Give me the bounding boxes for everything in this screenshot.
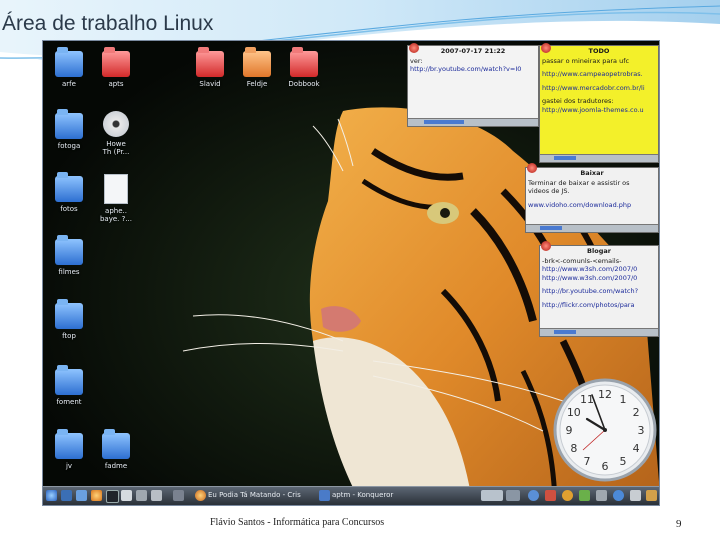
clock-numeral: 12 <box>598 388 612 401</box>
tray-icon[interactable] <box>545 490 556 501</box>
konqueror-icon[interactable] <box>76 490 87 501</box>
clock-numeral: 6 <box>602 460 609 473</box>
browser-icon[interactable] <box>91 490 102 501</box>
gear-icon[interactable] <box>151 490 162 501</box>
note-title: 2007-07-17 21:22 <box>440 47 506 55</box>
pager-icon[interactable] <box>506 490 520 501</box>
clock-numeral: 3 <box>638 424 645 437</box>
desktop-icon[interactable]: filmes <box>44 235 94 276</box>
note-line: -brk<-comunls-<emails- <box>542 256 622 265</box>
slide-title: Área de trabalho Linux <box>2 12 214 35</box>
note-line: http://www.w3sh.com/2007/0 <box>542 265 638 273</box>
sticky-note[interactable]: TODO passar o mineirax para ufc http://w… <box>539 45 659 163</box>
window-icon <box>195 490 206 501</box>
sticky-note[interactable]: Blogar -brk<-comunls-<emails- http://www… <box>539 245 659 337</box>
clock-numeral: 10 <box>567 406 581 419</box>
note-line: www.vidoho.com/download.php <box>528 200 632 209</box>
folder-icon <box>55 299 83 329</box>
note-scrollbar[interactable] <box>408 118 538 126</box>
tray-icon[interactable] <box>596 490 607 501</box>
note-scrollbar[interactable] <box>526 224 658 232</box>
app-icon[interactable] <box>173 490 184 501</box>
folder-icon <box>55 109 83 139</box>
note-line: passar o mineirax para ufc <box>542 56 630 65</box>
folder-icon <box>290 47 318 77</box>
tray-icon[interactable] <box>562 490 573 501</box>
tray-icon[interactable] <box>579 490 590 501</box>
note-line: http://www.w3sh.com/2007/0 <box>542 273 638 282</box>
tray-icon[interactable] <box>528 490 539 501</box>
desktop-icon[interactable]: jv <box>44 429 94 470</box>
note-line: Terminar de baixar e assistir os <box>528 178 630 187</box>
tray-icon[interactable] <box>630 490 641 501</box>
taskbar: Eu Podia Tá Matando - Cris aptm - Konque… <box>43 486 659 505</box>
tray-icon[interactable] <box>613 490 624 501</box>
pin-icon <box>541 241 551 251</box>
note-line: http://www.campeaopetrobras. <box>542 70 643 78</box>
desktop-icon[interactable]: Feldje <box>232 47 282 88</box>
sticky-note[interactable]: Baixar Terminar de baixar e assistir os … <box>525 167 659 233</box>
clock-numeral: 7 <box>584 455 591 468</box>
note-scrollbar[interactable] <box>540 328 658 336</box>
terminal-icon[interactable] <box>106 490 119 503</box>
pin-icon <box>527 163 537 173</box>
kde-menu-icon[interactable] <box>46 490 57 501</box>
desktop-icon[interactable]: fadme <box>91 429 141 470</box>
note-line: http://br.youtube.com/watch? <box>542 287 639 295</box>
desktop-icon[interactable]: Dobbook <box>279 47 329 88</box>
page-number: 9 <box>676 518 682 530</box>
folder-icon <box>55 235 83 265</box>
folder-icon <box>55 47 83 77</box>
folder-icon <box>102 47 130 77</box>
desktop-icon[interactable]: arfe <box>44 47 94 88</box>
clock-widget[interactable]: 12 1234567891011 <box>549 377 660 483</box>
note-line: http://flickr.com/photos/para <box>542 300 635 309</box>
slide-footer: Flávio Santos - Informática para Concurs… <box>210 517 385 528</box>
clock-numeral: 2 <box>633 406 640 419</box>
pager-icon[interactable] <box>481 490 503 501</box>
note-title: TODO <box>588 47 610 55</box>
linux-desktop-screenshot: arfe apts Slavid Feldje Dobbook fotoga H… <box>42 40 660 506</box>
desktop-icon[interactable]: fotoga <box>44 109 94 150</box>
media-icon[interactable] <box>121 490 132 501</box>
clock-numeral: 4 <box>633 442 640 455</box>
desktop-icon[interactable]: Slavid <box>185 47 235 88</box>
taskbar-task-music[interactable]: Eu Podia Tá Matando - Cris <box>206 489 301 502</box>
desktop-icon[interactable]: fotos <box>44 172 94 213</box>
clock-numeral: 5 <box>620 455 627 468</box>
folder-icon <box>55 365 83 395</box>
dvd-icon <box>103 111 129 137</box>
note-line: ver: <box>410 56 423 65</box>
desktop-icon[interactable]: Howe Th (Pr... <box>91 111 141 156</box>
tool-icon[interactable] <box>136 490 147 501</box>
note-line: http://br.youtube.com/watch?v=I0 <box>410 65 522 73</box>
sticky-note[interactable]: 2007-07-17 21:22 ver: http://br.youtube.… <box>407 45 539 127</box>
desktop-icon-button[interactable] <box>61 490 72 501</box>
pin-icon <box>409 43 419 53</box>
note-scrollbar[interactable] <box>540 154 658 162</box>
clock-numeral: 8 <box>570 442 577 455</box>
folder-icon <box>243 47 271 77</box>
note-line: videos de JS. <box>528 187 570 195</box>
note-line: gastei dos tradutores: <box>542 97 614 105</box>
taskbar-task-konqueror[interactable]: aptm - Konqueror <box>330 489 393 502</box>
desktop-icon[interactable]: ftop <box>44 299 94 340</box>
note-title: Baixar <box>580 169 604 177</box>
note-line: http://www.mercadobr.com.br/li <box>542 83 645 92</box>
file-icon <box>104 174 128 204</box>
pin-icon <box>541 43 551 53</box>
desktop-icon[interactable]: apts <box>91 47 141 88</box>
window-icon <box>319 490 330 501</box>
clock-numeral: 1 <box>620 393 627 406</box>
folder-icon <box>196 47 224 77</box>
folder-icon <box>55 172 83 202</box>
tray-icon[interactable] <box>646 490 657 501</box>
folder-icon <box>55 429 83 459</box>
desktop-icon[interactable]: aphe.. baye. ?... <box>91 174 141 223</box>
desktop-icon[interactable]: foment <box>44 365 94 406</box>
folder-icon <box>102 429 130 459</box>
clock-numeral: 9 <box>566 424 573 437</box>
note-title: Blogar <box>587 247 611 255</box>
note-line: http://www.joomla-themes.co.u <box>542 105 644 114</box>
